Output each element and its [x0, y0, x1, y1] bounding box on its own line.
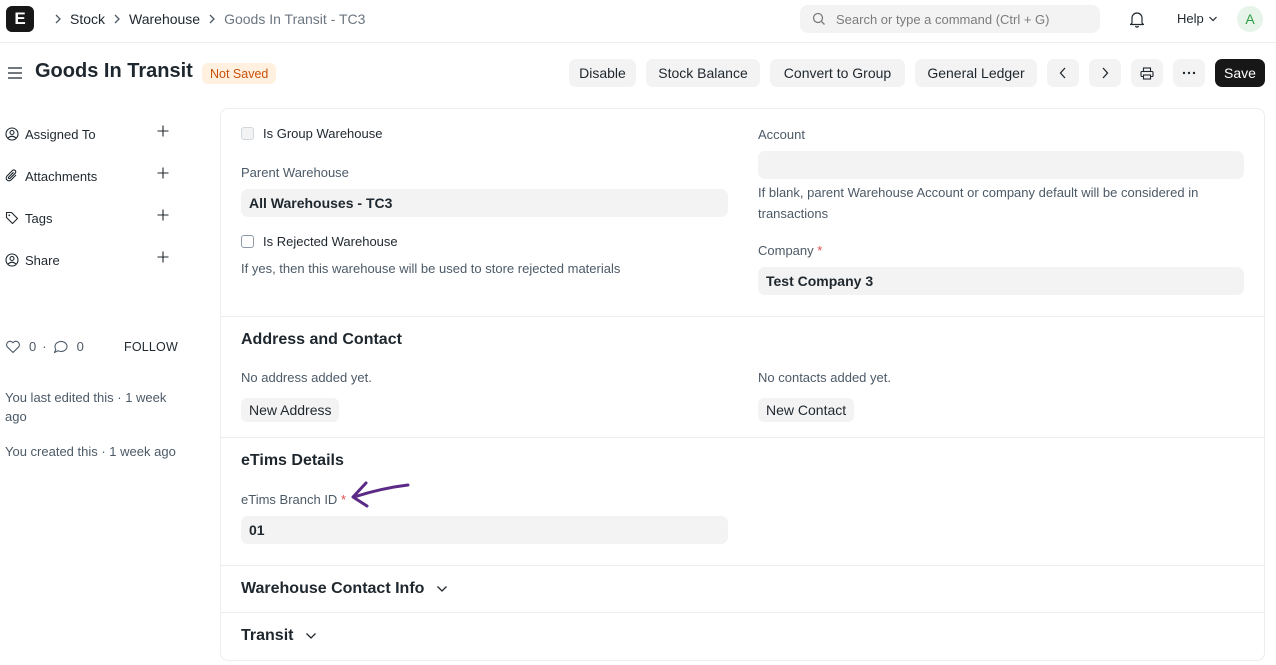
chevron-right-icon: [1102, 67, 1109, 79]
chevron-down-icon: [437, 586, 448, 592]
printer-icon: [1140, 66, 1154, 80]
navbar: E Stock Warehouse Goods In Transit - TC3…: [0, 0, 1276, 43]
avatar[interactable]: A: [1237, 6, 1263, 32]
sidebar-item-share[interactable]: Share: [5, 250, 175, 270]
account-field[interactable]: [758, 151, 1244, 179]
convert-to-group-button[interactable]: Convert to Group: [770, 59, 905, 87]
sidebar-item-label: Assigned To: [25, 126, 96, 142]
chevron-down-icon: [306, 633, 317, 639]
like-button[interactable]: 0: [5, 339, 36, 354]
warehouse-contact-info-section-toggle[interactable]: Warehouse Contact Info: [241, 580, 448, 598]
previous-record-button[interactable]: [1047, 59, 1079, 87]
is-group-warehouse-label: Is Group Warehouse: [263, 126, 383, 141]
search-placeholder: Search or type a command (Ctrl + G): [836, 11, 1050, 27]
required-indicator: *: [340, 492, 347, 507]
chevron-down-icon: [1208, 16, 1217, 21]
comment-button[interactable]: 0: [53, 339, 84, 354]
company-label: Company *: [758, 243, 822, 258]
help-dropdown[interactable]: Help: [1177, 11, 1218, 26]
search-input[interactable]: Search or type a command (Ctrl + G): [800, 5, 1100, 33]
sidebar-item-label: Share: [25, 252, 60, 268]
section-divider: [221, 437, 1264, 438]
heart-icon: [6, 340, 20, 353]
transit-section-toggle[interactable]: Transit: [241, 627, 317, 645]
sidebar-item-label: Tags: [25, 210, 53, 226]
chevron-right-icon: [208, 14, 216, 24]
etims-section-title: eTims Details: [241, 452, 344, 469]
share-user-icon: [5, 253, 21, 267]
chevron-right-icon: [54, 14, 62, 24]
disable-button[interactable]: Disable: [569, 59, 636, 87]
like-count: 0: [29, 339, 37, 354]
sidebar-item-assigned-to[interactable]: Assigned To: [5, 124, 175, 144]
save-button[interactable]: Save: [1215, 59, 1265, 87]
no-contacts-text: No contacts added yet.: [758, 370, 891, 385]
comment-icon: [53, 340, 68, 353]
is-rejected-warehouse-label: Is Rejected Warehouse: [263, 234, 398, 249]
no-address-text: No address added yet.: [241, 370, 372, 385]
is-rejected-hint: If yes, then this warehouse will be used…: [241, 261, 621, 276]
section-divider: [221, 612, 1264, 613]
breadcrumb-current[interactable]: Goods In Transit - TC3: [224, 11, 365, 27]
plus-icon[interactable]: [157, 167, 169, 182]
sidebar-item-label: Attachments: [25, 168, 98, 184]
etims-branch-id-label: eTims Branch ID *: [241, 492, 346, 507]
company-label-text: Company: [758, 243, 814, 258]
breadcrumb-stock[interactable]: Stock: [70, 11, 105, 27]
is-group-warehouse-checkbox[interactable]: [241, 127, 254, 140]
help-label: Help: [1177, 11, 1204, 26]
separator-dot: ·: [42, 339, 47, 354]
breadcrumb: Stock Warehouse Goods In Transit - TC3: [46, 0, 365, 38]
section-divider: [221, 565, 1264, 566]
more-actions-button[interactable]: [1173, 59, 1205, 87]
comment-count: 0: [76, 339, 84, 354]
next-record-button[interactable]: [1089, 59, 1121, 87]
chevron-left-icon: [1059, 67, 1066, 79]
etims-branch-id-label-text: eTims Branch ID: [241, 492, 338, 507]
is-rejected-warehouse-checkbox[interactable]: [241, 235, 254, 248]
company-field[interactable]: Test Company 3: [758, 267, 1244, 295]
search-icon: [812, 12, 825, 25]
general-ledger-button[interactable]: General Ledger: [915, 59, 1037, 87]
paperclip-icon: [5, 169, 21, 183]
section-title-text: Transit: [241, 627, 294, 644]
activity-last-edited: You last edited this · 1 week ago: [5, 390, 167, 424]
section-divider: [221, 316, 1264, 317]
required-indicator: *: [817, 243, 823, 258]
breadcrumb-warehouse[interactable]: Warehouse: [129, 11, 200, 27]
address-section-title: Address and Contact: [241, 331, 402, 348]
sidebar-item-tags[interactable]: Tags: [5, 208, 175, 228]
annotation-arrow-icon: [351, 481, 410, 508]
assign-user-icon: [5, 127, 21, 141]
plus-icon[interactable]: [157, 125, 169, 140]
chevron-right-icon: [113, 14, 121, 24]
account-hint: If blank, parent Warehouse Account or co…: [758, 185, 1199, 221]
plus-icon[interactable]: [157, 251, 169, 266]
etims-branch-id-field[interactable]: 01: [241, 516, 728, 544]
new-contact-button[interactable]: New Contact: [758, 398, 855, 422]
parent-warehouse-field[interactable]: All Warehouses - TC3: [241, 189, 728, 217]
stock-balance-button[interactable]: Stock Balance: [646, 59, 760, 87]
account-label: Account: [758, 127, 805, 142]
app-logo[interactable]: E: [6, 6, 34, 32]
print-button[interactable]: [1131, 59, 1163, 87]
new-address-button[interactable]: New Address: [241, 398, 340, 422]
plus-icon[interactable]: [157, 209, 169, 224]
sidebar-toggle-icon[interactable]: [7, 66, 23, 83]
tag-icon: [5, 211, 21, 225]
sidebar-item-attachments[interactable]: Attachments: [5, 166, 175, 186]
ellipsis-icon: [1182, 71, 1196, 75]
follow-button[interactable]: FOLLOW: [124, 340, 178, 354]
status-badge: Not Saved: [202, 63, 277, 84]
page-title: Goods In Transit: [35, 60, 193, 82]
section-title-text: Warehouse Contact Info: [241, 580, 425, 597]
notification-bell-icon[interactable]: [1129, 10, 1145, 31]
parent-warehouse-label: Parent Warehouse: [241, 165, 349, 180]
activity-created: You created this · 1 week ago: [5, 444, 176, 459]
